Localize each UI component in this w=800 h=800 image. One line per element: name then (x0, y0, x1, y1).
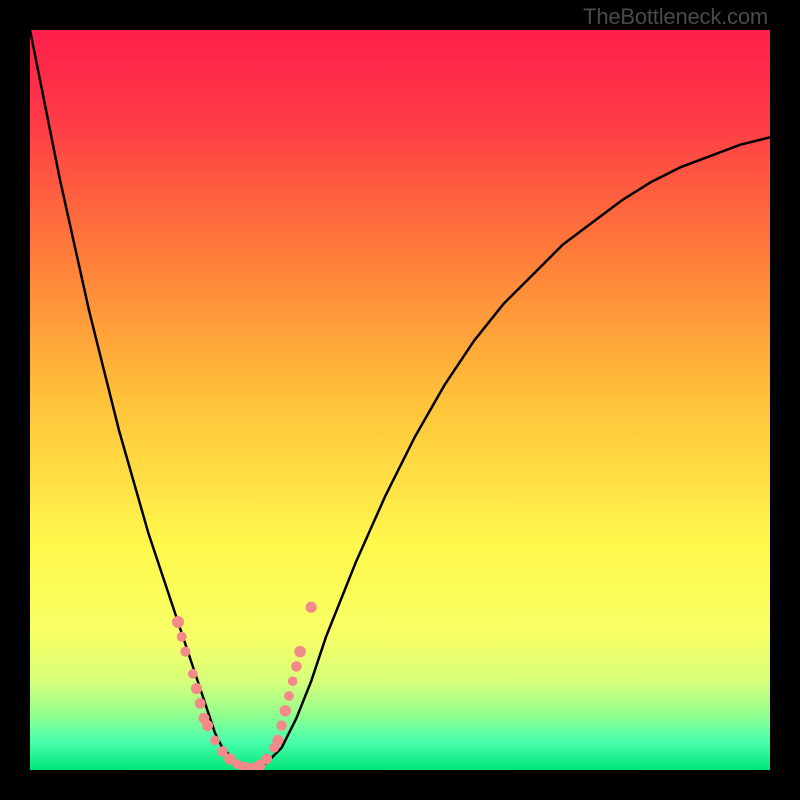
marker-dot (276, 720, 286, 730)
chart-frame: TheBottleneck.com (0, 0, 800, 800)
marker-dot (202, 720, 213, 731)
bottleneck-curve (30, 30, 770, 770)
marker-dot (210, 736, 220, 746)
marker-dot (262, 754, 273, 765)
marker-dot (284, 691, 294, 701)
marker-dot (272, 735, 283, 746)
plot-area (30, 30, 770, 770)
marker-dot (177, 632, 187, 642)
marker-dot (291, 661, 302, 672)
watermark-text: TheBottleneck.com (583, 4, 768, 30)
marker-dot (294, 646, 306, 658)
marker-dot (280, 705, 291, 716)
marker-dot (188, 669, 198, 679)
marker-dot (306, 602, 317, 613)
marker-dot (191, 683, 202, 694)
marker-dot (288, 676, 298, 686)
curve-layer (30, 30, 770, 770)
marker-dot (172, 616, 184, 628)
marker-dot (180, 647, 190, 657)
marker-dot (195, 698, 206, 709)
